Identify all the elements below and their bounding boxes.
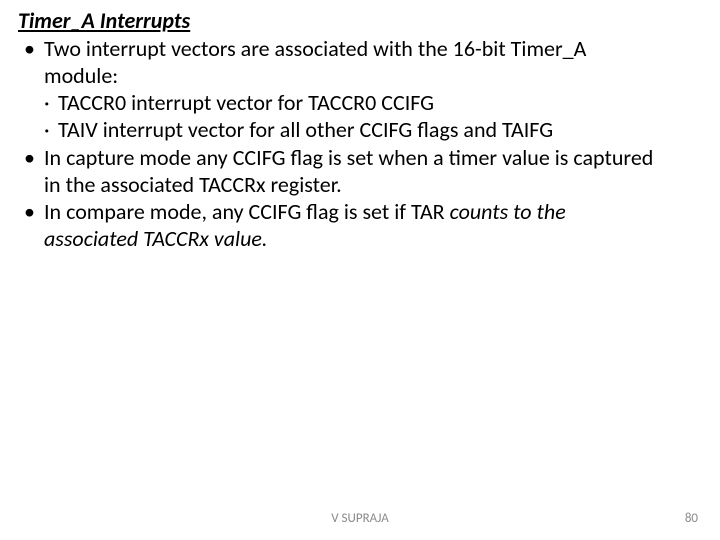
footer-author: V SUPRAJA [0,511,720,526]
bullet-1-sublist: TACCR0 interrupt vector for TACCR0 CCIFG… [44,90,702,144]
footer-page-number: 80 [685,511,698,526]
bullet-3: In compare mode, any CCIFG flag is set i… [18,199,702,253]
bullet-3-text-line1: In compare mode, any CCIFG flag is set i… [44,198,450,225]
bullet-2-text-line1: In capture mode any CCIFG flag is set wh… [44,144,653,171]
bullet-1-sub-2-text: TAIV interrupt vector for all other CCIF… [58,116,553,143]
slide: Timer_A Interrupts Two interrupt vectors… [0,0,720,540]
bullet-1: Two interrupt vectors are associated wit… [18,36,702,143]
bullet-3-italic-line2: associated TACCRx value. [44,225,267,252]
bullet-list: Two interrupt vectors are associated wit… [18,36,702,253]
bullet-1-sub-1: TACCR0 interrupt vector for TACCR0 CCIFG [44,90,702,117]
slide-title: Timer_A Interrupts [18,8,702,34]
bullet-2-text-line2: in the associated TACCRx register. [44,171,342,198]
bullet-1-sub-2: TAIV interrupt vector for all other CCIF… [44,117,702,144]
bullet-1-sub-1-text: TACCR0 interrupt vector for TACCR0 CCIFG [58,89,434,116]
bullet-1-text-line1: Two interrupt vectors are associated wit… [44,35,586,62]
bullet-2: In capture mode any CCIFG flag is set wh… [18,145,702,199]
bullet-1-text-line2: module: [44,62,118,89]
bullet-3-italic-line1: counts to the [450,198,566,225]
